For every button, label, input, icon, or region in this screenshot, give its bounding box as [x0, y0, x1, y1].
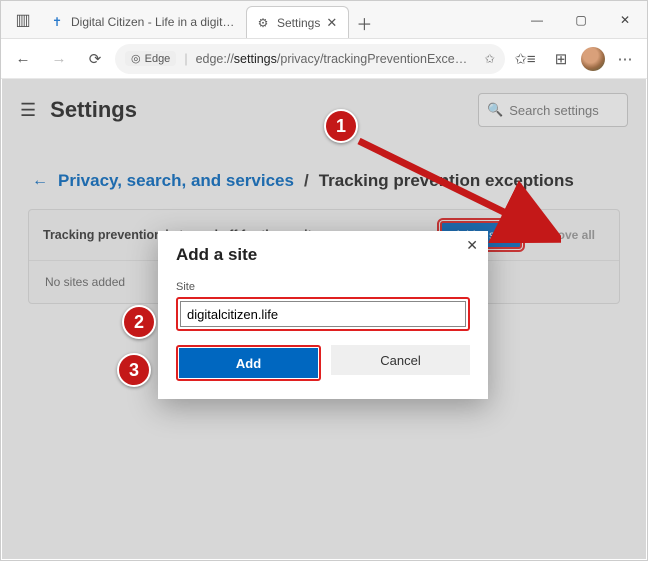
tab-settings[interactable]: ⚙ Settings ✕ — [246, 6, 349, 38]
url-text: edge://settings/privacy/trackingPreventi… — [196, 52, 477, 66]
site-field-highlight — [176, 297, 470, 331]
minimize-button[interactable]: — — [515, 1, 559, 38]
new-tab-button[interactable]: ＋ — [349, 8, 379, 38]
collections-button[interactable]: ⊞ — [545, 43, 577, 75]
browser-toolbar: ← → ⟳ ◎ Edge | edge://settings/privacy/t… — [1, 39, 647, 79]
site-input[interactable] — [180, 301, 466, 327]
annotation-badge-3: 3 — [117, 353, 151, 387]
window-titlebar: ▥ ✝ Digital Citizen - Life in a digital … — [1, 1, 647, 39]
annotation-badge-2: 2 — [122, 305, 156, 339]
close-window-button[interactable]: ✕ — [603, 1, 647, 38]
annotation-badge-1: 1 — [324, 109, 358, 143]
pipe: | — [184, 52, 187, 66]
site-field-label: Site — [176, 281, 470, 293]
favorites-button[interactable]: ✩≡ — [509, 43, 541, 75]
close-tab-icon[interactable]: ✕ — [326, 15, 340, 31]
cross-icon: ✝ — [49, 14, 65, 30]
tab-actions-button[interactable]: ▥ — [5, 2, 41, 38]
edge-badge: ◎ Edge — [125, 51, 176, 66]
address-bar[interactable]: ◎ Edge | edge://settings/privacy/trackin… — [115, 44, 505, 74]
gear-icon: ⚙ — [255, 15, 271, 31]
tab-label: Settings — [277, 16, 320, 30]
more-button[interactable]: ⋯ — [609, 43, 641, 75]
profile-avatar[interactable] — [581, 47, 605, 71]
tab-label: Digital Citizen - Life in a digital w — [71, 15, 238, 29]
edge-icon: ◎ — [131, 52, 141, 65]
edge-label: Edge — [145, 53, 171, 65]
annotation-arrow — [341, 123, 561, 243]
back-button[interactable]: ← — [7, 43, 39, 75]
dialog-add-button[interactable]: Add — [179, 348, 318, 378]
add-site-dialog: ✕ Add a site Site Add Cancel — [158, 231, 488, 399]
tab-strip: ▥ ✝ Digital Citizen - Life in a digital … — [1, 1, 515, 38]
add-button-highlight: Add — [176, 345, 321, 381]
window-controls: — ▢ ✕ — [515, 1, 647, 38]
forward-button[interactable]: → — [43, 43, 75, 75]
tab-digital-citizen[interactable]: ✝ Digital Citizen - Life in a digital w — [41, 6, 246, 38]
read-aloud-icon[interactable]: ✩ — [485, 51, 495, 66]
dialog-button-row: Add Cancel — [176, 345, 470, 381]
dialog-cancel-button[interactable]: Cancel — [331, 345, 470, 375]
refresh-button[interactable]: ⟳ — [79, 43, 111, 75]
dialog-title: Add a site — [176, 245, 470, 265]
maximize-button[interactable]: ▢ — [559, 1, 603, 38]
